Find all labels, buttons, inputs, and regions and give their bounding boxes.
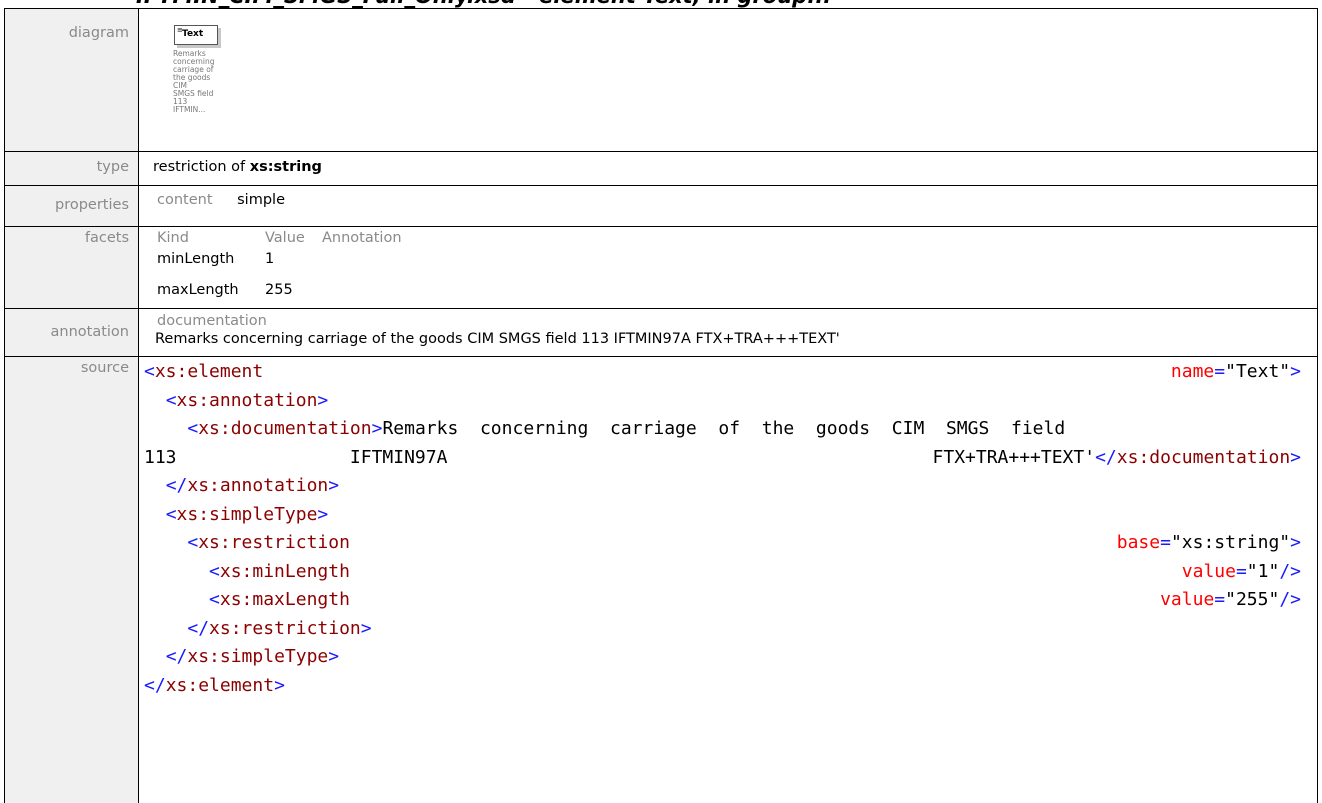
- element-box[interactable]: ≡ Text: [174, 25, 218, 45]
- code-line: <xs:restriction base="xs:string">: [187, 532, 1301, 553]
- source-cell: <xs:element name="Text"> <xs:annotation> …: [138, 356, 1318, 803]
- facet-row: minLength 1: [157, 246, 1317, 277]
- code-tag: xs:simpleType: [187, 646, 329, 667]
- properties-line: content simple: [153, 186, 1317, 208]
- properties-label-cell: properties: [4, 185, 139, 227]
- doc-preview-line: IFTMIN...: [173, 105, 206, 114]
- type-label: type: [96, 159, 129, 175]
- facets-cell: Kind Value Annotation minLength 1 maxLength…: [138, 226, 1318, 309]
- code-line: <xs:simpleType>: [165, 503, 329, 525]
- code-attr: value: [1181, 560, 1236, 582]
- source-row: source <xs:element name="Text"> <xs:annot…: [4, 356, 1318, 803]
- code-value: "xs:string": [1170, 532, 1291, 553]
- diagram-cell: ≡ Text Remarks concerning carriage of th…: [138, 8, 1318, 152]
- diagram-label-cell: diagram: [4, 8, 139, 152]
- property-value: simple: [237, 192, 285, 208]
- code-line: <xs:minLength value="1"/>: [209, 560, 1301, 582]
- diagram-label: diagram: [68, 25, 129, 41]
- code-attr: base: [1116, 532, 1161, 553]
- code-line: <xs:element name="Text">: [144, 361, 1301, 382]
- annotation-text: Remarks concerning carriage of the goods…: [155, 331, 840, 347]
- code-text: 113: [144, 446, 177, 468]
- code-line: <xs:maxLength value="255"/>: [209, 589, 1301, 610]
- code-tag: xs:element: [165, 674, 275, 696]
- diagram-row: diagram ≡ Text Remarks concerning carria…: [4, 8, 1318, 152]
- annotation-label-cell: annotation: [4, 308, 139, 357]
- code-line: </xs:simpleType>: [165, 646, 340, 667]
- source-code: <xs:element name="Text"> <xs:annotation> …: [144, 357, 1307, 700]
- facets-header-annotation: Annotation: [322, 230, 402, 246]
- annotation-label: annotation: [50, 324, 129, 340]
- source-label: source: [80, 360, 129, 376]
- type-row: type restriction of xs:string: [4, 151, 1318, 186]
- code-attr: name: [1170, 361, 1215, 382]
- source-label-cell: source: [4, 356, 139, 803]
- code-text: FTX+TRA+++TEXT': [932, 446, 1096, 468]
- annotation-cell: documentation Remarks concerning carriag…: [138, 308, 1318, 357]
- code-text: Remarks concerning carriage of the goods…: [382, 418, 1066, 439]
- diagram-doc-preview: Remarks concerning carriage of the goods…: [173, 50, 233, 114]
- type-cell: restriction of xs:string: [138, 151, 1318, 186]
- code-tag: xs:minLength: [219, 560, 350, 582]
- code-line: </xs:annotation>: [165, 475, 340, 496]
- code-tag: xs:annotation: [187, 475, 329, 496]
- facets-header-value: Value: [265, 230, 305, 246]
- annotation-row: annotation documentation Remarks concern…: [4, 308, 1318, 357]
- documentation-marker-icon: ≡: [177, 26, 183, 34]
- facet-row: maxLength 255: [157, 277, 1317, 308]
- annotation-block: documentation Remarks concerning carriag…: [153, 309, 1317, 347]
- facets-header-kind: Kind: [157, 230, 189, 246]
- code-line: </xs:element>: [144, 674, 285, 696]
- properties-label: properties: [55, 197, 129, 213]
- code-line: 113 IFTMIN97A FTX+TRA+++TEXT'</xs:documen…: [144, 446, 1301, 468]
- code-text: IFTMIN97A: [349, 446, 448, 468]
- facets-label-cell: facets: [4, 226, 139, 309]
- facets-header: Kind Value Annotation: [157, 227, 1317, 246]
- code-line: <xs:documentation>Remarks concerning car…: [187, 418, 1066, 439]
- facet-value: 1: [265, 251, 275, 267]
- code-tag: xs:annotation: [176, 389, 318, 411]
- facets-row: facets Kind Value Annotation minLength 1 ma…: [4, 226, 1318, 309]
- type-prefix: restriction of: [153, 159, 250, 175]
- code-line: <xs:annotation>: [165, 389, 329, 411]
- property-key: content: [157, 192, 213, 208]
- code-tag: xs:restriction: [198, 532, 350, 553]
- type-label-cell: type: [4, 151, 139, 186]
- properties-row: properties content simple: [4, 185, 1318, 227]
- type-base-link[interactable]: xs:string: [250, 159, 322, 175]
- facet-kind: maxLength: [157, 282, 239, 298]
- properties-cell: content simple: [138, 185, 1318, 227]
- code-tag: xs:maxLength: [219, 589, 350, 610]
- code-tag: xs:restriction: [209, 617, 361, 639]
- code-value: "Text": [1225, 361, 1291, 382]
- element-properties-table: diagram ≡ Text Remarks concerning carria…: [4, 8, 1318, 803]
- code-value: "255": [1225, 589, 1280, 610]
- element-box-name: Text: [182, 29, 204, 39]
- code-value: "1": [1246, 560, 1280, 582]
- facet-kind: minLength: [157, 251, 235, 267]
- annotation-heading: documentation: [157, 313, 267, 329]
- code-tag: xs:documentation: [1116, 446, 1291, 468]
- code-attr: value: [1160, 589, 1215, 610]
- page-header-title: IFTMIN_CIM_SMGS_Full_Only.xsd - element …: [136, 0, 831, 8]
- facets-table: Kind Value Annotation minLength 1 maxLength…: [153, 227, 1317, 308]
- code-tag: xs:documentation: [198, 418, 372, 439]
- type-value: restriction of xs:string: [153, 152, 1317, 175]
- facet-value: 255: [265, 282, 293, 298]
- facets-label: facets: [84, 230, 129, 246]
- code-tag: xs:element: [154, 361, 264, 382]
- code-line: </xs:restriction>: [187, 617, 372, 639]
- element-diagram: ≡ Text Remarks concerning carriage of th…: [153, 9, 1317, 149]
- code-tag: xs:simpleType: [176, 503, 318, 525]
